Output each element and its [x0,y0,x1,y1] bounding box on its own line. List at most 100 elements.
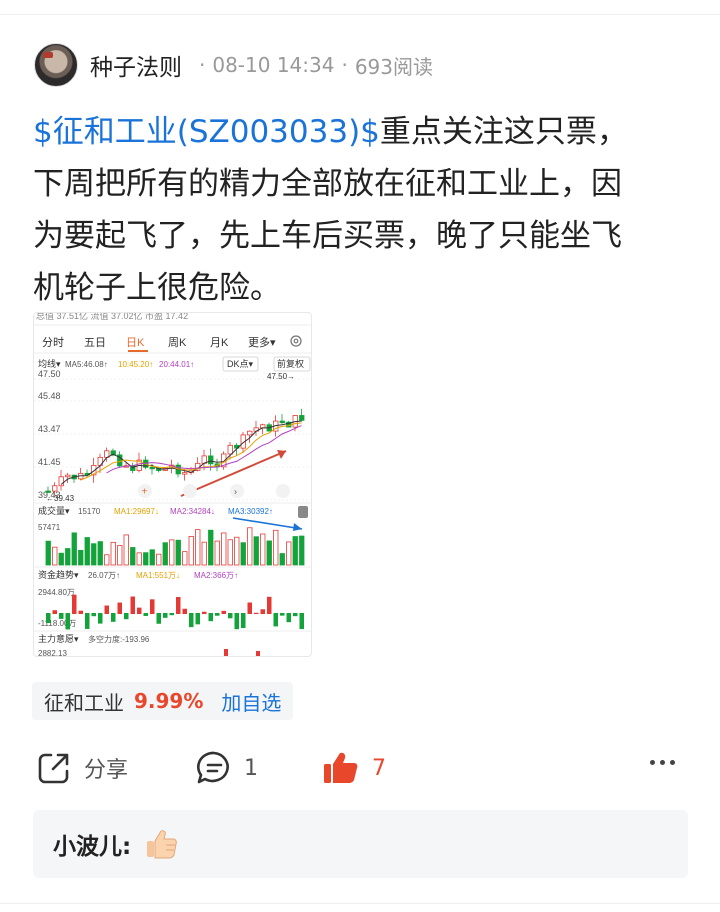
view-count: 693阅读 [354,54,434,79]
svg-text:›: › [234,487,237,497]
stock-tag-link[interactable]: $征和工业(SZ003033)$ [33,114,380,150]
volume-bar [97,541,103,566]
meta-dot: · [199,53,206,77]
post-meta: · 08-10 14:34 · 693阅读 [192,51,433,80]
volume-bar [110,541,116,566]
tab-2[interactable]: 日K [126,337,145,349]
fund-bar [293,613,298,617]
volume-bar [169,539,175,566]
volume-bar [78,549,84,566]
price-label: 43.47 [38,424,61,434]
intent-label[interactable]: 主力意愿▾ [38,633,79,644]
volume-bar [292,536,298,566]
volume-bar [162,542,168,566]
stock-chip-change: 9.99% [134,689,204,713]
price-label: 45.48 [38,391,61,401]
fund-bar [98,613,103,624]
prev-icon[interactable] [183,484,197,498]
volume-bar [221,532,227,566]
tab-1[interactable]: 五日 [84,337,106,349]
more-icon[interactable] [650,760,675,765]
fund-bars [46,594,304,630]
comment-button[interactable]: 1 [196,742,258,794]
volume-bar [58,552,64,566]
volume-bar [149,549,155,566]
volume-bar [188,536,194,566]
volume-bar [91,543,97,566]
price-label: 41.45 [38,457,61,467]
stock-chip-name: 征和工业 [44,690,124,715]
share-button[interactable]: 分享 [36,742,128,794]
settings-icon[interactable] [290,335,302,347]
price-label: 47.50 [38,369,61,379]
bottom-divider [0,903,720,904]
volume-bar [266,540,272,566]
low-marker: ←39.43 [46,494,75,503]
volume-bar [247,527,253,566]
price-axis: 47.5045.4843.4741.4539.43 [38,369,61,500]
volume-ma2: MA2:34284↓ [170,507,215,516]
fund-bar [130,596,135,614]
stock-chip[interactable]: 征和工业 9.99% 加自选 [32,682,294,720]
expand-icon[interactable] [276,484,290,498]
fund-bar [150,599,155,614]
fund-max: 2944.80万 [38,588,75,597]
commenter-name[interactable]: 小波儿: [53,827,131,861]
tab-0[interactable]: 分时 [42,336,64,349]
volume-bar [253,536,259,566]
ma20-value: 20:44.01↑ [159,360,194,369]
candle-body [260,424,266,429]
volume-bar [240,542,246,566]
post-text-1: 重点关注这只票， [379,114,628,150]
tab-3[interactable]: 周K [168,336,187,349]
thumbs-up-emoji-icon [147,830,178,859]
fund-value: 26.07万↑ [88,571,120,580]
fund-ma1: MA1:551万↓ [136,571,180,580]
dk-label: DK点▾ [227,359,254,369]
fund-bar [260,609,265,614]
volume-bars [45,527,305,566]
action-bar: 分享 1 7 [0,742,720,794]
post-line-2: 下周把所有的精力全部放在征和工业上，因 [33,166,622,202]
fund-label[interactable]: 资金趋势▾ [38,569,79,580]
fund-bar [104,605,109,614]
add-watchlist-button[interactable]: 加自选 [221,687,281,716]
fund-bar [182,608,187,614]
author-name[interactable]: 种子法则 [90,48,182,82]
top-divider [0,14,720,15]
fund-bar [72,594,77,614]
tab-4[interactable]: 月K [210,337,229,349]
comment-preview[interactable]: 小波儿: [33,810,688,878]
fund-bar [85,613,90,629]
price-grid [34,378,311,501]
candle-body [208,455,214,465]
avatar[interactable] [34,43,78,87]
collapse-icon[interactable] [298,506,308,518]
volume-bar [136,552,142,566]
volume-bar [84,537,90,566]
fund-bar [273,613,278,627]
fund-bar [176,597,181,614]
volume-bar [52,546,58,566]
fund-bar [189,613,194,628]
fund-bar [241,613,246,629]
post-line-1: $征和工业(SZ003033)$重点关注这只票， [33,106,693,158]
meta-dot: · [341,53,348,77]
chart-tabs: 分时 五日 日K 周K 月K 更多▾ [42,335,276,352]
trend-arrow-down-head [293,523,302,531]
volume-label[interactable]: 成交量▾ [38,505,70,516]
like-button[interactable]: 7 [322,742,386,794]
chart-screenshot-image[interactable]: 总值 37.51亿 流值 37.02亿 市盈 17.42 分时 五日 日K 周K 月K 更… [33,312,312,657]
candle-body [227,444,233,455]
fund-bar [299,613,304,630]
like-count: 7 [372,755,386,781]
next-icon[interactable] [230,484,244,498]
volume-bar [286,541,292,566]
fund-bar [46,613,51,623]
kline-chart: 总值 37.51亿 流值 37.02亿 市盈 17.42 分时 五日 日K 周K 月K 更… [34,313,311,657]
intent-num: 2882.13 [38,649,67,657]
ma-label[interactable]: 均线▾ [38,358,61,369]
fund-bar [65,613,70,630]
volume-bar [104,554,110,566]
tab-5[interactable]: 更多▾ [248,335,276,349]
